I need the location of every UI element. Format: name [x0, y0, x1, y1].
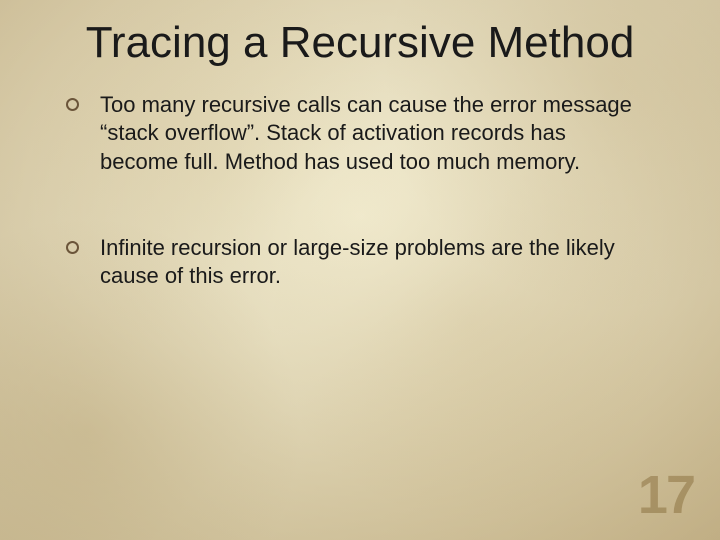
list-item: Too many recursive calls can cause the e… [100, 91, 650, 175]
bullet-icon [66, 98, 79, 111]
bullet-icon [66, 241, 79, 254]
list-item: Infinite recursion or large-size problem… [100, 234, 650, 290]
page-number: 17 [638, 464, 694, 526]
bullet-text: Infinite recursion or large-size problem… [100, 235, 615, 288]
bullet-list: Too many recursive calls can cause the e… [40, 91, 680, 290]
bullet-text: Too many recursive calls can cause the e… [100, 92, 632, 173]
slide-title: Tracing a Recursive Method [40, 18, 680, 67]
slide: Tracing a Recursive Method Too many recu… [0, 0, 720, 540]
